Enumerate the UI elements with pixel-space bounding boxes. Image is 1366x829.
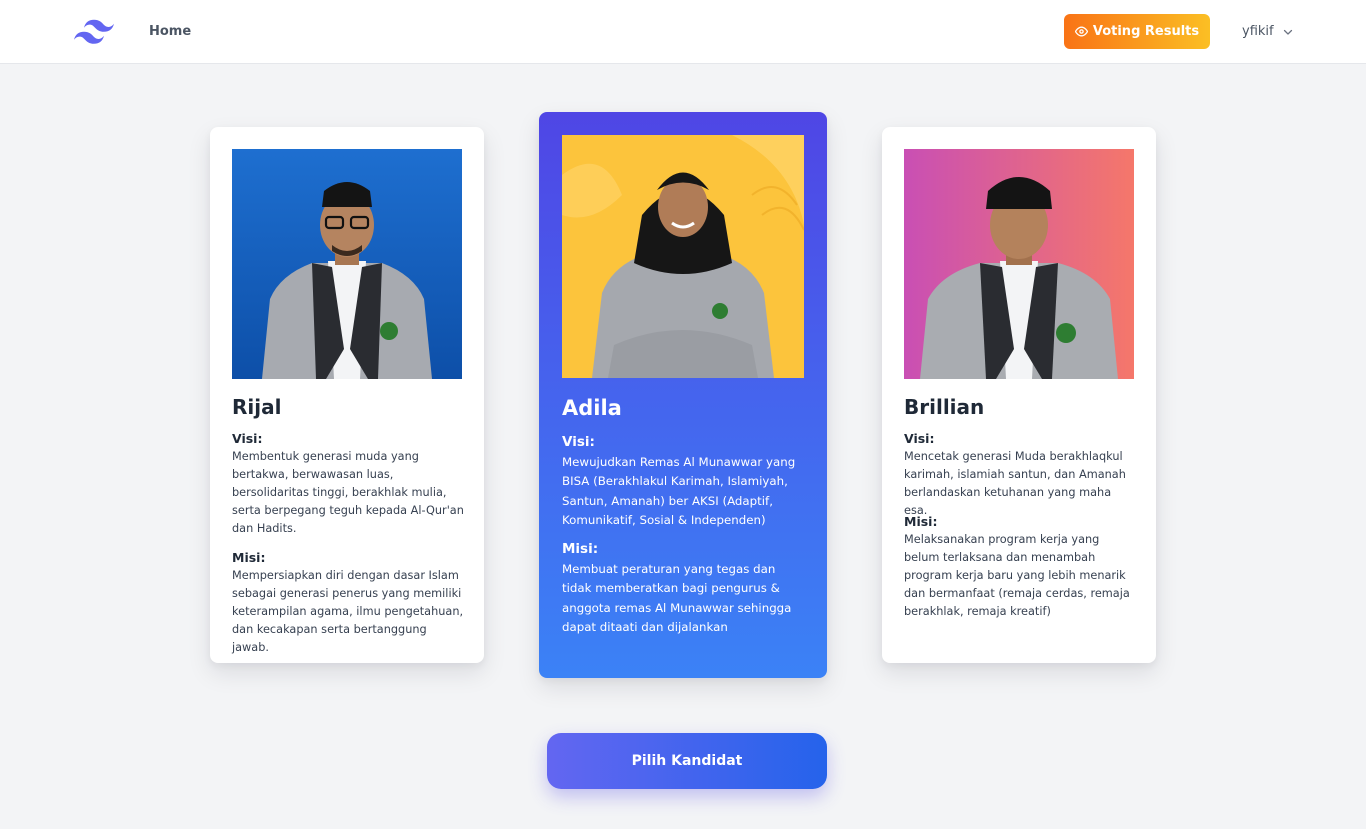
candidate-card-brillian[interactable]: Brillian Visi: Mencetak generasi Muda be… — [882, 127, 1156, 663]
candidate-card-adila[interactable]: Adila Visi: Mewujudkan Remas Al Munawwar… — [539, 112, 827, 678]
visi-heading: Visi: — [562, 434, 595, 450]
candidate-name: Rijal — [232, 395, 282, 419]
visi-text: Mewujudkan Remas Al Munawwar yang BISA (… — [562, 454, 796, 528]
candidate-name: Adila — [562, 396, 622, 420]
nav-home-link[interactable]: Home — [149, 22, 191, 42]
chevron-down-icon — [1283, 29, 1292, 35]
username: yfikif — [1242, 24, 1274, 39]
visi-text: Membentuk generasi muda yang bertakwa, b… — [232, 450, 464, 535]
candidate-card-rijal[interactable]: Rijal Visi: Membentuk generasi muda yang… — [210, 127, 484, 663]
candidate-photo-rijal — [232, 149, 462, 379]
voting-results-button[interactable]: Voting Results — [1064, 14, 1210, 49]
navbar: Home Voting Results yfikif — [0, 0, 1366, 64]
user-menu[interactable]: yfikif — [1242, 22, 1294, 42]
visi-heading: Visi: — [904, 431, 935, 446]
misi-text: Membuat peraturan yang tegas dan tidak m… — [562, 561, 792, 635]
candidate-photo-adila — [562, 135, 804, 378]
visi-heading: Visi: — [232, 431, 263, 446]
choose-candidate-button[interactable]: Pilih Kandidat — [547, 733, 827, 789]
logo-icon[interactable] — [74, 18, 114, 46]
misi-heading: Misi: — [904, 514, 938, 529]
visi-text: Mencetak generasi Muda berakhlaqkul kari… — [904, 450, 1126, 517]
misi-text: Melaksanakan program kerja yang belum te… — [904, 533, 1130, 618]
voting-results-label: Voting Results — [1092, 24, 1200, 39]
eye-icon — [1074, 26, 1088, 37]
candidate-name: Brillian — [904, 395, 985, 419]
misi-heading: Misi: — [562, 541, 599, 557]
misi-heading: Misi: — [232, 550, 266, 565]
candidate-photo-brillian — [904, 149, 1134, 379]
misi-text: Mempersiapkan diri dengan dasar Islam se… — [232, 569, 464, 654]
